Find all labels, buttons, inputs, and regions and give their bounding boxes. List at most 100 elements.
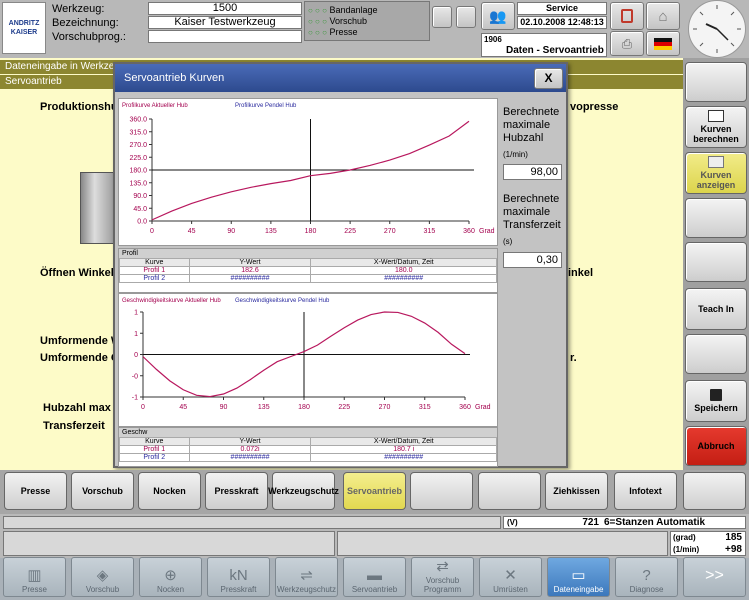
status-line-2: (grad) 185 (1/min) +98 [670,531,746,556]
table-row[interactable]: Profil 1 182.6 180.0 [119,266,497,275]
rate-value: +98 [725,544,742,555]
x-tick-label: 315 [419,404,431,411]
nav-button-nocken[interactable]: Nocken [138,472,201,510]
rate-unit: (1/min) [673,545,700,554]
save-label: Speichern [694,403,738,413]
nav-button-empty-7[interactable] [478,472,541,510]
transfer-label: Berechnete maximale Transferzeit [503,193,561,231]
x-tick-label: 0 [141,404,145,411]
status-row-vorschub: ○ ○ ○ Vorschub [308,16,378,27]
bottom-nav-presse[interactable]: ▥ Presse [3,557,66,597]
bottom-nav-servoantrieb[interactable]: ▬ Servoantrieb [343,557,406,597]
nav-button-empty-6[interactable] [410,472,473,510]
bottom-nav-label: Nocken [156,585,185,594]
teach-in-button[interactable]: Teach In [685,288,747,330]
profile-table: Profil Kurve Y-Wert X-Wert/Datum, Zeit Prof… [118,248,498,293]
lock-button[interactable] [610,2,644,30]
header-square-button-1[interactable] [432,6,452,28]
cancel-label: Abbruch [697,441,735,451]
bottom-nav-werkzeugschutz[interactable]: ⇌ Werkzeugschutz [275,557,338,597]
nav-button-ziehkissen[interactable]: Ziehkissen [545,472,608,510]
users-button[interactable]: 👥 [481,2,515,30]
bottom-nav-diagnose[interactable]: ? Diagnose [615,557,678,597]
table-cell: 180.7 i [310,445,497,454]
nav-button-werkzeugschutz[interactable]: Werkzeugschutz [268,472,339,510]
y-tick-label: 180.0 [129,168,147,175]
side-button-empty-2[interactable] [685,198,747,238]
calculate-curves-button[interactable]: Kurven berechnen [685,106,747,148]
header-square-button-2[interactable] [456,6,476,28]
forming-angle-label: Umformende Wi [40,335,125,347]
y-tick-label: -0 [132,373,138,380]
table-row[interactable]: Profil 2 ########## ########## [119,453,497,462]
vorschubprog-field[interactable] [148,30,302,43]
x-tick-label: 180 [298,404,310,411]
dialog-title: Servoantrieb Kurven [124,72,225,84]
nav-button-vorschub[interactable]: Vorschub [71,472,134,510]
table-header-cell: X-Wert/Datum, Zeit [310,437,497,446]
table-cell: ########## [188,274,312,283]
close-button[interactable]: X [534,68,563,89]
help-icon: ? [642,567,651,584]
speed-chart-panel: Geschwindigkeitskurve Aktueller Hub Gesc… [118,293,498,427]
voltage-value: 721 [582,517,599,528]
bottom-nav-vorschub-programm[interactable]: ⇄ Vorschub Programm [411,557,474,597]
calculate-curves-label: Kurven berechnen [693,124,739,144]
feed-program-icon: ⇄ [436,558,449,575]
bottom-nav-umrüsten[interactable]: ✕ Umrüsten [479,557,542,597]
nav-button-infotext[interactable]: Infotext [614,472,677,510]
bottom-nav-label: Vorschub Programm [423,576,462,594]
status-led-icon: ○ ○ ○ [308,17,327,26]
save-button[interactable]: Speichern [685,380,747,422]
press-machine-image [80,172,116,244]
bottom-nav-nocken[interactable]: ⊕ Nocken [139,557,202,597]
table-row[interactable]: Profil 2 ########## ########## [119,274,497,283]
y-tick-label: 0.0 [137,219,147,226]
brand-logo: ANDRITZ KAISER [2,2,46,54]
servo-icon: ▬ [367,567,382,584]
print-button[interactable]: ⎙ [610,31,644,56]
nav-button-empty-10[interactable] [683,472,746,510]
show-curves-button[interactable]: Kurven anzeigen [685,152,747,194]
status-label: Bandanlage [329,5,378,15]
nav-button-presskraft[interactable]: Presskraft [205,472,268,510]
home-button[interactable]: ⌂ [646,2,680,30]
x-tick-label: 135 [258,404,270,411]
speed-chart[interactable]: 0 45 90 135 180 225 270 315 360 Grad 1 1 0 -0 -1 [119,294,499,428]
table-cell: ########## [310,274,497,283]
table-header-cell: Kurve [119,437,190,446]
werkzeug-field[interactable]: 1500 [148,2,302,15]
bottom-nav-vorschub[interactable]: ◈ Vorschub [71,557,134,597]
status-label: Vorschub [329,16,367,26]
side-button-empty-top[interactable] [685,62,747,102]
cam-icon: ⊕ [164,567,177,584]
bottom-nav-dateneingabe[interactable]: ▭ Dateneingabe [547,557,610,597]
profile-chart[interactable]: 0 45 90 135 180 225 270 315 360 Grad 360.0 315.0 270… [119,99,499,247]
nav-button-presse[interactable]: Presse [4,472,67,510]
x-tick-label: 225 [344,228,356,235]
press-icon: ▥ [27,567,42,584]
feed-icon: ◈ [96,567,109,584]
x-tick-label: 45 [179,404,187,411]
table2-title: Geschw [119,428,497,437]
table-cell: Profil 1 [119,266,190,275]
bottom-nav-label: Vorschub [85,585,120,594]
x-tick-label: 135 [265,228,277,235]
cancel-button[interactable]: Abbruch [685,426,747,466]
status-label: Presse [329,27,358,37]
data-entry-icon: ▭ [571,567,586,584]
table-row[interactable]: Profil 1 0.072i 180.7 i [119,445,497,454]
status-row-bandanlage: ○ ○ ○ Bandanlage [308,5,378,16]
side-button-empty-4[interactable] [685,334,747,374]
table-cell: ########## [310,453,497,462]
x-tick-label: 90 [220,404,228,411]
side-button-empty-3[interactable] [685,242,747,282]
status-message-field-3 [337,531,668,556]
bottom-nav-[interactable]: >> [683,557,746,597]
status-message-field [3,516,501,529]
language-button[interactable] [646,31,680,56]
bezeichnung-field[interactable]: Kaiser Testwerkzeug [148,16,302,29]
nav-button-servoantrieb[interactable]: Servoantrieb [343,472,406,510]
bottom-nav-presskraft[interactable]: kN Presskraft [207,557,270,597]
user-field: Service [517,2,607,15]
